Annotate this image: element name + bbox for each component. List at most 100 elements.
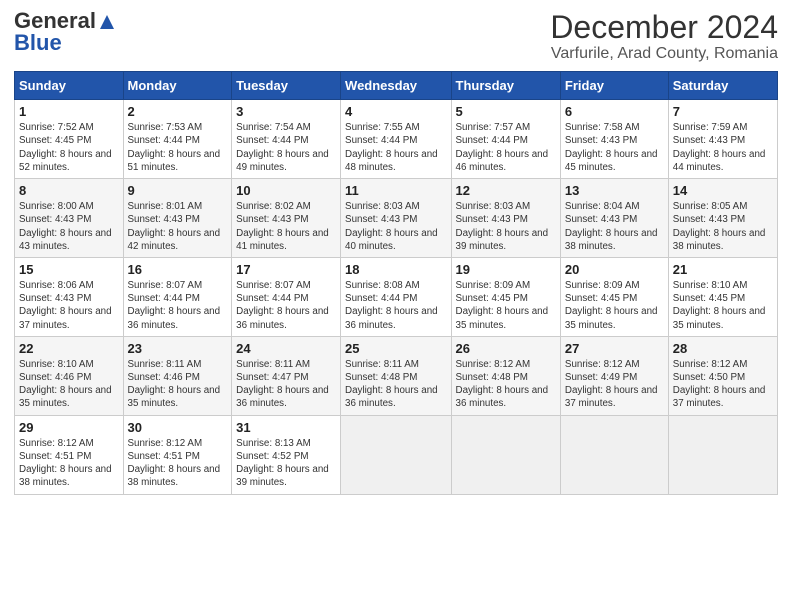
table-row [451,415,560,494]
day-info: Sunrise: 8:12 AMSunset: 4:50 PMDaylight:… [673,359,766,410]
col-sunday: Sunday [15,72,124,100]
day-info: Sunrise: 8:07 AMSunset: 4:44 PMDaylight:… [236,280,329,331]
table-row: 5 Sunrise: 7:57 AMSunset: 4:44 PMDayligh… [451,100,560,179]
day-number: 3 [236,104,336,119]
table-row: 7 Sunrise: 7:59 AMSunset: 4:43 PMDayligh… [668,100,777,179]
calendar-row-2: 8 Sunrise: 8:00 AMSunset: 4:43 PMDayligh… [15,179,778,258]
calendar-header-row: Sunday Monday Tuesday Wednesday Thursday… [15,72,778,100]
table-row: 12 Sunrise: 8:03 AMSunset: 4:43 PMDaylig… [451,179,560,258]
table-row: 3 Sunrise: 7:54 AMSunset: 4:44 PMDayligh… [232,100,341,179]
table-row [341,415,451,494]
table-row: 6 Sunrise: 7:58 AMSunset: 4:43 PMDayligh… [560,100,668,179]
table-row: 29 Sunrise: 8:12 AMSunset: 4:51 PMDaylig… [15,415,124,494]
table-row: 28 Sunrise: 8:12 AMSunset: 4:50 PMDaylig… [668,336,777,415]
day-number: 18 [345,262,446,277]
logo-general: General [14,10,96,32]
day-info: Sunrise: 8:04 AMSunset: 4:43 PMDaylight:… [565,201,658,252]
day-info: Sunrise: 8:05 AMSunset: 4:43 PMDaylight:… [673,201,766,252]
day-number: 31 [236,420,336,435]
col-saturday: Saturday [668,72,777,100]
day-info: Sunrise: 8:00 AMSunset: 4:43 PMDaylight:… [19,201,112,252]
table-row: 16 Sunrise: 8:07 AMSunset: 4:44 PMDaylig… [123,257,232,336]
logo-icon [98,13,116,31]
day-number: 23 [128,341,228,356]
page-subtitle: Varfurile, Arad County, Romania [550,45,778,63]
day-number: 16 [128,262,228,277]
table-row: 18 Sunrise: 8:08 AMSunset: 4:44 PMDaylig… [341,257,451,336]
day-info: Sunrise: 8:10 AMSunset: 4:45 PMDaylight:… [673,280,766,331]
table-row: 8 Sunrise: 8:00 AMSunset: 4:43 PMDayligh… [15,179,124,258]
day-info: Sunrise: 8:11 AMSunset: 4:47 PMDaylight:… [236,359,329,410]
day-info: Sunrise: 8:08 AMSunset: 4:44 PMDaylight:… [345,280,438,331]
page-container: General Blue December 2024 Varfurile, Ar… [0,0,792,505]
day-number: 24 [236,341,336,356]
page-header: General Blue December 2024 Varfurile, Ar… [14,10,778,63]
table-row: 15 Sunrise: 8:06 AMSunset: 4:43 PMDaylig… [15,257,124,336]
table-row: 13 Sunrise: 8:04 AMSunset: 4:43 PMDaylig… [560,179,668,258]
day-info: Sunrise: 8:09 AMSunset: 4:45 PMDaylight:… [456,280,549,331]
logo: General Blue [14,10,116,54]
day-number: 9 [128,183,228,198]
logo-blue: Blue [14,32,62,54]
table-row: 9 Sunrise: 8:01 AMSunset: 4:43 PMDayligh… [123,179,232,258]
day-number: 21 [673,262,773,277]
col-friday: Friday [560,72,668,100]
day-number: 30 [128,420,228,435]
day-number: 26 [456,341,556,356]
table-row: 21 Sunrise: 8:10 AMSunset: 4:45 PMDaylig… [668,257,777,336]
day-number: 4 [345,104,446,119]
day-number: 25 [345,341,446,356]
day-info: Sunrise: 8:03 AMSunset: 4:43 PMDaylight:… [345,201,438,252]
day-info: Sunrise: 7:59 AMSunset: 4:43 PMDaylight:… [673,122,766,173]
day-number: 13 [565,183,664,198]
day-info: Sunrise: 8:06 AMSunset: 4:43 PMDaylight:… [19,280,112,331]
table-row: 30 Sunrise: 8:12 AMSunset: 4:51 PMDaylig… [123,415,232,494]
day-number: 5 [456,104,556,119]
table-row: 22 Sunrise: 8:10 AMSunset: 4:46 PMDaylig… [15,336,124,415]
table-row: 10 Sunrise: 8:02 AMSunset: 4:43 PMDaylig… [232,179,341,258]
day-number: 7 [673,104,773,119]
day-number: 11 [345,183,446,198]
title-block: December 2024 Varfurile, Arad County, Ro… [550,10,778,63]
calendar-table: Sunday Monday Tuesday Wednesday Thursday… [14,71,778,494]
calendar-row-5: 29 Sunrise: 8:12 AMSunset: 4:51 PMDaylig… [15,415,778,494]
table-row: 1 Sunrise: 7:52 AMSunset: 4:45 PMDayligh… [15,100,124,179]
day-info: Sunrise: 7:55 AMSunset: 4:44 PMDaylight:… [345,122,438,173]
col-tuesday: Tuesday [232,72,341,100]
day-number: 6 [565,104,664,119]
day-info: Sunrise: 8:03 AMSunset: 4:43 PMDaylight:… [456,201,549,252]
day-info: Sunrise: 8:13 AMSunset: 4:52 PMDaylight:… [236,438,329,489]
day-info: Sunrise: 8:07 AMSunset: 4:44 PMDaylight:… [128,280,221,331]
day-number: 15 [19,262,119,277]
day-info: Sunrise: 8:12 AMSunset: 4:49 PMDaylight:… [565,359,658,410]
table-row: 31 Sunrise: 8:13 AMSunset: 4:52 PMDaylig… [232,415,341,494]
day-info: Sunrise: 8:02 AMSunset: 4:43 PMDaylight:… [236,201,329,252]
day-number: 14 [673,183,773,198]
table-row: 14 Sunrise: 8:05 AMSunset: 4:43 PMDaylig… [668,179,777,258]
day-number: 27 [565,341,664,356]
day-info: Sunrise: 8:01 AMSunset: 4:43 PMDaylight:… [128,201,221,252]
day-number: 12 [456,183,556,198]
table-row: 2 Sunrise: 7:53 AMSunset: 4:44 PMDayligh… [123,100,232,179]
day-info: Sunrise: 7:53 AMSunset: 4:44 PMDaylight:… [128,122,221,173]
day-number: 29 [19,420,119,435]
day-info: Sunrise: 8:11 AMSunset: 4:46 PMDaylight:… [128,359,221,410]
day-info: Sunrise: 8:12 AMSunset: 4:48 PMDaylight:… [456,359,549,410]
day-info: Sunrise: 7:52 AMSunset: 4:45 PMDaylight:… [19,122,112,173]
table-row: 4 Sunrise: 7:55 AMSunset: 4:44 PMDayligh… [341,100,451,179]
col-thursday: Thursday [451,72,560,100]
col-monday: Monday [123,72,232,100]
day-number: 19 [456,262,556,277]
table-row: 25 Sunrise: 8:11 AMSunset: 4:48 PMDaylig… [341,336,451,415]
table-row: 24 Sunrise: 8:11 AMSunset: 4:47 PMDaylig… [232,336,341,415]
day-number: 17 [236,262,336,277]
day-number: 22 [19,341,119,356]
page-title: December 2024 [550,10,778,45]
table-row: 19 Sunrise: 8:09 AMSunset: 4:45 PMDaylig… [451,257,560,336]
day-info: Sunrise: 8:10 AMSunset: 4:46 PMDaylight:… [19,359,112,410]
calendar-row-3: 15 Sunrise: 8:06 AMSunset: 4:43 PMDaylig… [15,257,778,336]
day-number: 28 [673,341,773,356]
day-number: 2 [128,104,228,119]
calendar-row-1: 1 Sunrise: 7:52 AMSunset: 4:45 PMDayligh… [15,100,778,179]
table-row: 23 Sunrise: 8:11 AMSunset: 4:46 PMDaylig… [123,336,232,415]
